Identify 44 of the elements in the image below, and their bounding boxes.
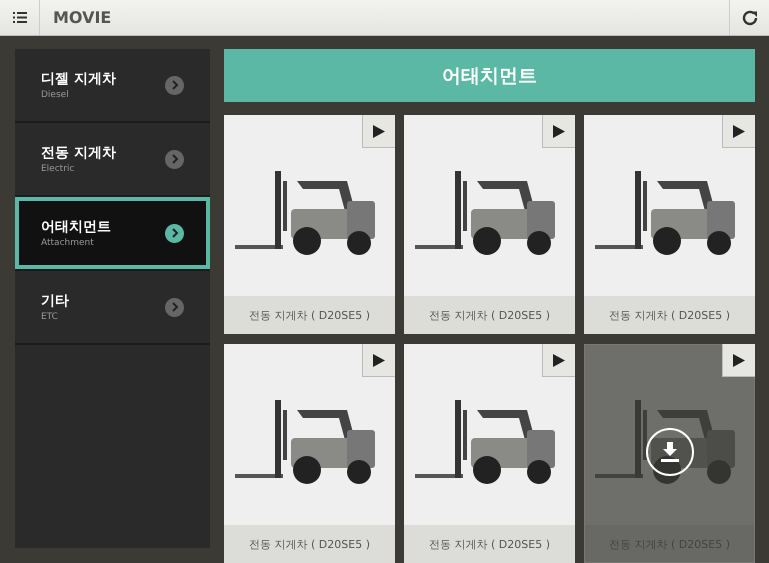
- sidebar-item[interactable]: 전동 지게차 Electric: [15, 123, 210, 195]
- play-button[interactable]: [542, 115, 575, 148]
- chevron-icon: [165, 298, 184, 316]
- video-caption: 전동 지게차 ( D20SE5 ): [224, 296, 395, 334]
- play-icon: [553, 354, 565, 366]
- chevron-icon: [165, 224, 184, 242]
- video-card[interactable]: 전동 지게차 ( D20SE5 ): [584, 115, 755, 334]
- chevron-icon: [165, 76, 184, 94]
- menu-icon: [12, 12, 26, 23]
- video-caption: 전동 지게차 ( D20SE5 ): [404, 296, 575, 334]
- play-button[interactable]: [722, 115, 755, 148]
- video-card[interactable]: 전동 지게차 ( D20SE5 ): [224, 115, 395, 334]
- chevron-icon: [165, 150, 184, 168]
- download-button[interactable]: [646, 428, 694, 476]
- item-title: 어태치먼트: [41, 218, 112, 236]
- video-caption: 전동 지게차 ( D20SE5 ): [404, 525, 575, 563]
- item-subtitle: Attachment: [41, 238, 95, 248]
- item-title: 디젤 지게차: [41, 70, 117, 88]
- video-card[interactable]: 전동 지게차 ( D20SE5 ): [404, 115, 575, 334]
- video-caption: 전동 지게차 ( D20SE5 ): [584, 296, 755, 334]
- download-icon: [658, 441, 680, 463]
- video-card[interactable]: 전동 지게차 ( D20SE5 ): [224, 344, 395, 563]
- play-button[interactable]: [362, 115, 395, 148]
- video-card[interactable]: 전동 지게차 ( D20SE5 ): [404, 344, 575, 563]
- item-subtitle: ETC: [41, 312, 59, 322]
- play-button[interactable]: [542, 344, 575, 377]
- play-button[interactable]: [362, 344, 395, 377]
- item-subtitle: Diesel: [41, 90, 70, 100]
- sidebar-item[interactable]: 기타 ETC: [15, 271, 210, 343]
- video-caption: 전동 지게차 ( D20SE5 ): [224, 525, 395, 563]
- play-button[interactable]: [722, 344, 755, 377]
- item-title: 기타: [41, 292, 70, 310]
- sidebar-item[interactable]: 디젤 지게차 Diesel: [15, 49, 210, 121]
- play-icon: [733, 124, 745, 138]
- play-icon: [373, 354, 385, 366]
- refresh-icon: [740, 8, 758, 26]
- page-title: MOVIE: [52, 7, 112, 29]
- play-icon: [373, 124, 385, 138]
- play-icon: [553, 124, 565, 138]
- section-title: 어태치먼트: [224, 49, 755, 102]
- play-icon: [733, 354, 745, 366]
- item-title: 전동 지게차: [41, 144, 117, 162]
- item-subtitle: Electric: [41, 164, 76, 174]
- sidebar-item[interactable]: 어태치먼트 Attachment: [15, 197, 210, 269]
